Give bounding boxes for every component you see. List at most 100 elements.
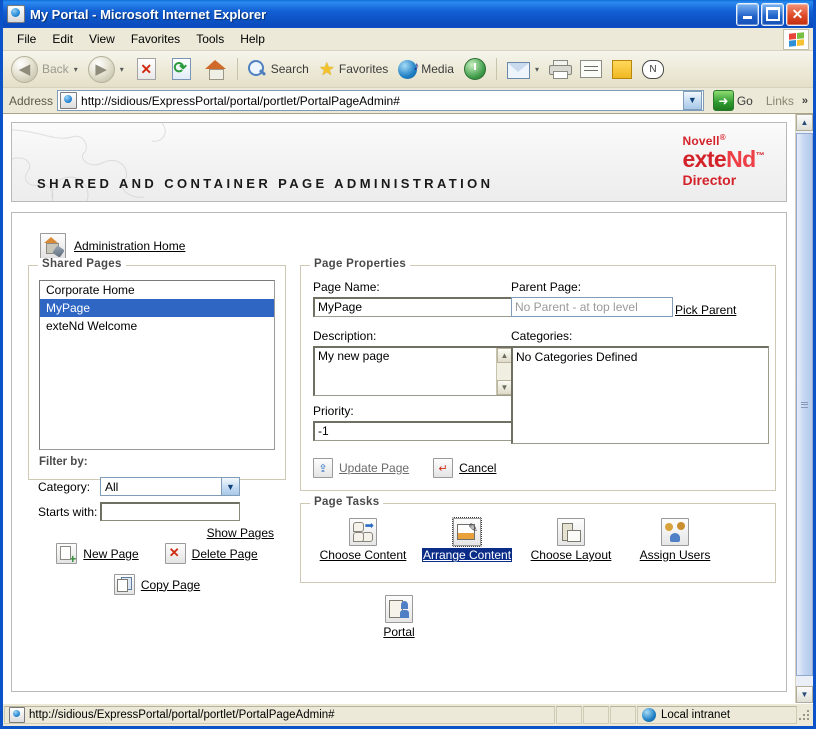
- back-button[interactable]: ◀ Back ▾: [7, 52, 82, 86]
- description-textarea[interactable]: My new page: [313, 346, 513, 396]
- status-url-cell: http://sidious/ExpressPortal/portal/port…: [4, 706, 555, 724]
- close-button[interactable]: ✕: [786, 2, 809, 26]
- update-page-button[interactable]: ⇪ Update Page: [313, 458, 409, 478]
- favorites-button[interactable]: ★ Favorites: [315, 52, 393, 86]
- note-icon: [611, 59, 632, 79]
- scroll-down-button[interactable]: ▼: [796, 686, 813, 703]
- toolbar-separator: [236, 58, 238, 80]
- maximize-button[interactable]: [761, 2, 784, 26]
- menu-item-edit[interactable]: Edit: [44, 30, 81, 48]
- messenger-button[interactable]: N: [638, 52, 668, 86]
- list-item[interactable]: exteNd Welcome: [40, 317, 274, 335]
- portal-label[interactable]: Portal: [383, 625, 414, 639]
- chevron-down-icon: ▾: [119, 64, 124, 74]
- priority-input[interactable]: -1: [313, 421, 513, 441]
- chevron-double-right-icon[interactable]: »: [802, 95, 813, 107]
- delete-page-label[interactable]: Delete Page: [192, 547, 258, 561]
- categories-label: Categories:: [511, 329, 573, 343]
- page-properties-right-column: Parent Page: No Parent - at top level Pi…: [511, 280, 769, 444]
- favorites-label: Favorites: [338, 62, 389, 76]
- choose-layout-label[interactable]: Choose Layout: [531, 548, 612, 562]
- cancel-label[interactable]: Cancel: [459, 461, 496, 475]
- assign-users-label[interactable]: Assign Users: [640, 548, 711, 562]
- search-button[interactable]: Search: [244, 52, 313, 86]
- copy-page-label[interactable]: Copy Page: [141, 578, 200, 592]
- menu-item-view[interactable]: View: [81, 30, 123, 48]
- assign-users-icon: [661, 518, 689, 546]
- parent-page-label: Parent Page:: [511, 280, 582, 294]
- print-button[interactable]: [545, 52, 574, 86]
- menu-item-file[interactable]: File: [9, 30, 44, 48]
- description-scrollbar[interactable]: ▲ ▼: [496, 348, 512, 395]
- note-button[interactable]: [608, 52, 636, 86]
- list-item[interactable]: MyPage: [40, 299, 274, 317]
- update-page-label[interactable]: Update Page: [339, 461, 409, 475]
- page-tasks-row: ➡ Choose Content ✎ Arrange Content Choos…: [311, 517, 727, 562]
- resize-grip-icon[interactable]: [797, 708, 811, 722]
- refresh-button[interactable]: [165, 52, 198, 86]
- edit-button[interactable]: [576, 52, 606, 86]
- go-button[interactable]: ➜ Go: [708, 90, 758, 111]
- history-button[interactable]: [460, 52, 490, 86]
- links-label[interactable]: Links: [762, 94, 798, 108]
- vertical-scrollbar[interactable]: ▲ ▼: [795, 114, 813, 703]
- categories-listbox[interactable]: No Categories Defined: [511, 346, 769, 444]
- parent-page-input[interactable]: No Parent - at top level: [511, 297, 673, 317]
- new-page-label[interactable]: New Page: [83, 547, 138, 561]
- address-input[interactable]: http://sidious/ExpressPortal/portal/port…: [57, 90, 704, 111]
- chevron-down-icon[interactable]: ▼: [497, 380, 512, 395]
- cancel-button[interactable]: ↵ Cancel: [433, 458, 496, 478]
- grip-icon: [801, 401, 808, 408]
- scroll-up-button[interactable]: ▲: [796, 114, 813, 131]
- category-select[interactable]: All ▼: [100, 477, 240, 496]
- new-page-icon: [56, 543, 78, 566]
- show-pages-link[interactable]: Show Pages: [207, 526, 274, 540]
- globe-icon: [642, 708, 656, 722]
- minimize-button[interactable]: [736, 2, 759, 26]
- scrollbar-track[interactable]: [796, 131, 813, 686]
- new-page-button[interactable]: New Page: [56, 543, 139, 566]
- category-filter-row: Category: All ▼: [28, 477, 286, 496]
- mail-button[interactable]: ▾: [503, 52, 543, 86]
- printer-icon: [548, 60, 572, 79]
- star-icon: ★: [318, 58, 335, 79]
- menu-item-help[interactable]: Help: [232, 30, 273, 48]
- choose-content-task[interactable]: ➡ Choose Content: [311, 518, 415, 562]
- forward-button[interactable]: ▶ ▾: [84, 52, 128, 86]
- stop-icon: [136, 58, 156, 80]
- chevron-down-icon[interactable]: ▼: [221, 478, 239, 495]
- administration-home-link[interactable]: Administration Home: [40, 233, 770, 259]
- cancel-arrow-icon: ↵: [433, 458, 454, 478]
- media-label: Media: [421, 62, 454, 76]
- assign-users-task[interactable]: Assign Users: [623, 518, 727, 562]
- menu-bar: File Edit View Favorites Tools Help: [3, 28, 813, 51]
- arrange-content-task[interactable]: ✎ Arrange Content: [415, 517, 519, 562]
- arrange-content-label[interactable]: Arrange Content: [421, 548, 513, 562]
- starts-with-input[interactable]: [100, 502, 240, 521]
- shared-pages-listbox[interactable]: Corporate Home MyPage exteNd Welcome: [39, 280, 275, 450]
- portal-link[interactable]: Portal: [12, 595, 786, 639]
- menu-item-tools[interactable]: Tools: [188, 30, 232, 48]
- stop-button[interactable]: [130, 52, 163, 86]
- page-name-input[interactable]: MyPage: [313, 297, 513, 317]
- pick-parent-link[interactable]: Pick Parent: [675, 303, 736, 317]
- home-button[interactable]: [200, 52, 231, 86]
- scrollbar-thumb[interactable]: [796, 133, 813, 676]
- menu-item-favorites[interactable]: Favorites: [123, 30, 188, 48]
- administration-home-label[interactable]: Administration Home: [74, 239, 185, 253]
- house-wrench-icon: [40, 233, 66, 259]
- page-properties-actions: ⇪ Update Page ↵ Cancel: [313, 458, 496, 478]
- logo-exte: exte: [682, 146, 727, 172]
- choose-layout-icon: [557, 518, 585, 546]
- copy-page-button[interactable]: Copy Page: [113, 574, 200, 595]
- choose-content-label[interactable]: Choose Content: [320, 548, 407, 562]
- choose-layout-task[interactable]: Choose Layout: [519, 518, 623, 562]
- delete-page-button[interactable]: Delete Page: [164, 543, 258, 564]
- list-item[interactable]: Corporate Home: [40, 281, 274, 299]
- chevron-up-icon[interactable]: ▲: [497, 348, 512, 363]
- media-button[interactable]: Media: [394, 52, 458, 86]
- address-url-text: http://sidious/ExpressPortal/portal/port…: [81, 93, 400, 108]
- page-icon: [9, 707, 25, 723]
- page-tasks-legend: Page Tasks: [310, 496, 384, 508]
- address-dropdown-button[interactable]: ▼: [682, 91, 702, 110]
